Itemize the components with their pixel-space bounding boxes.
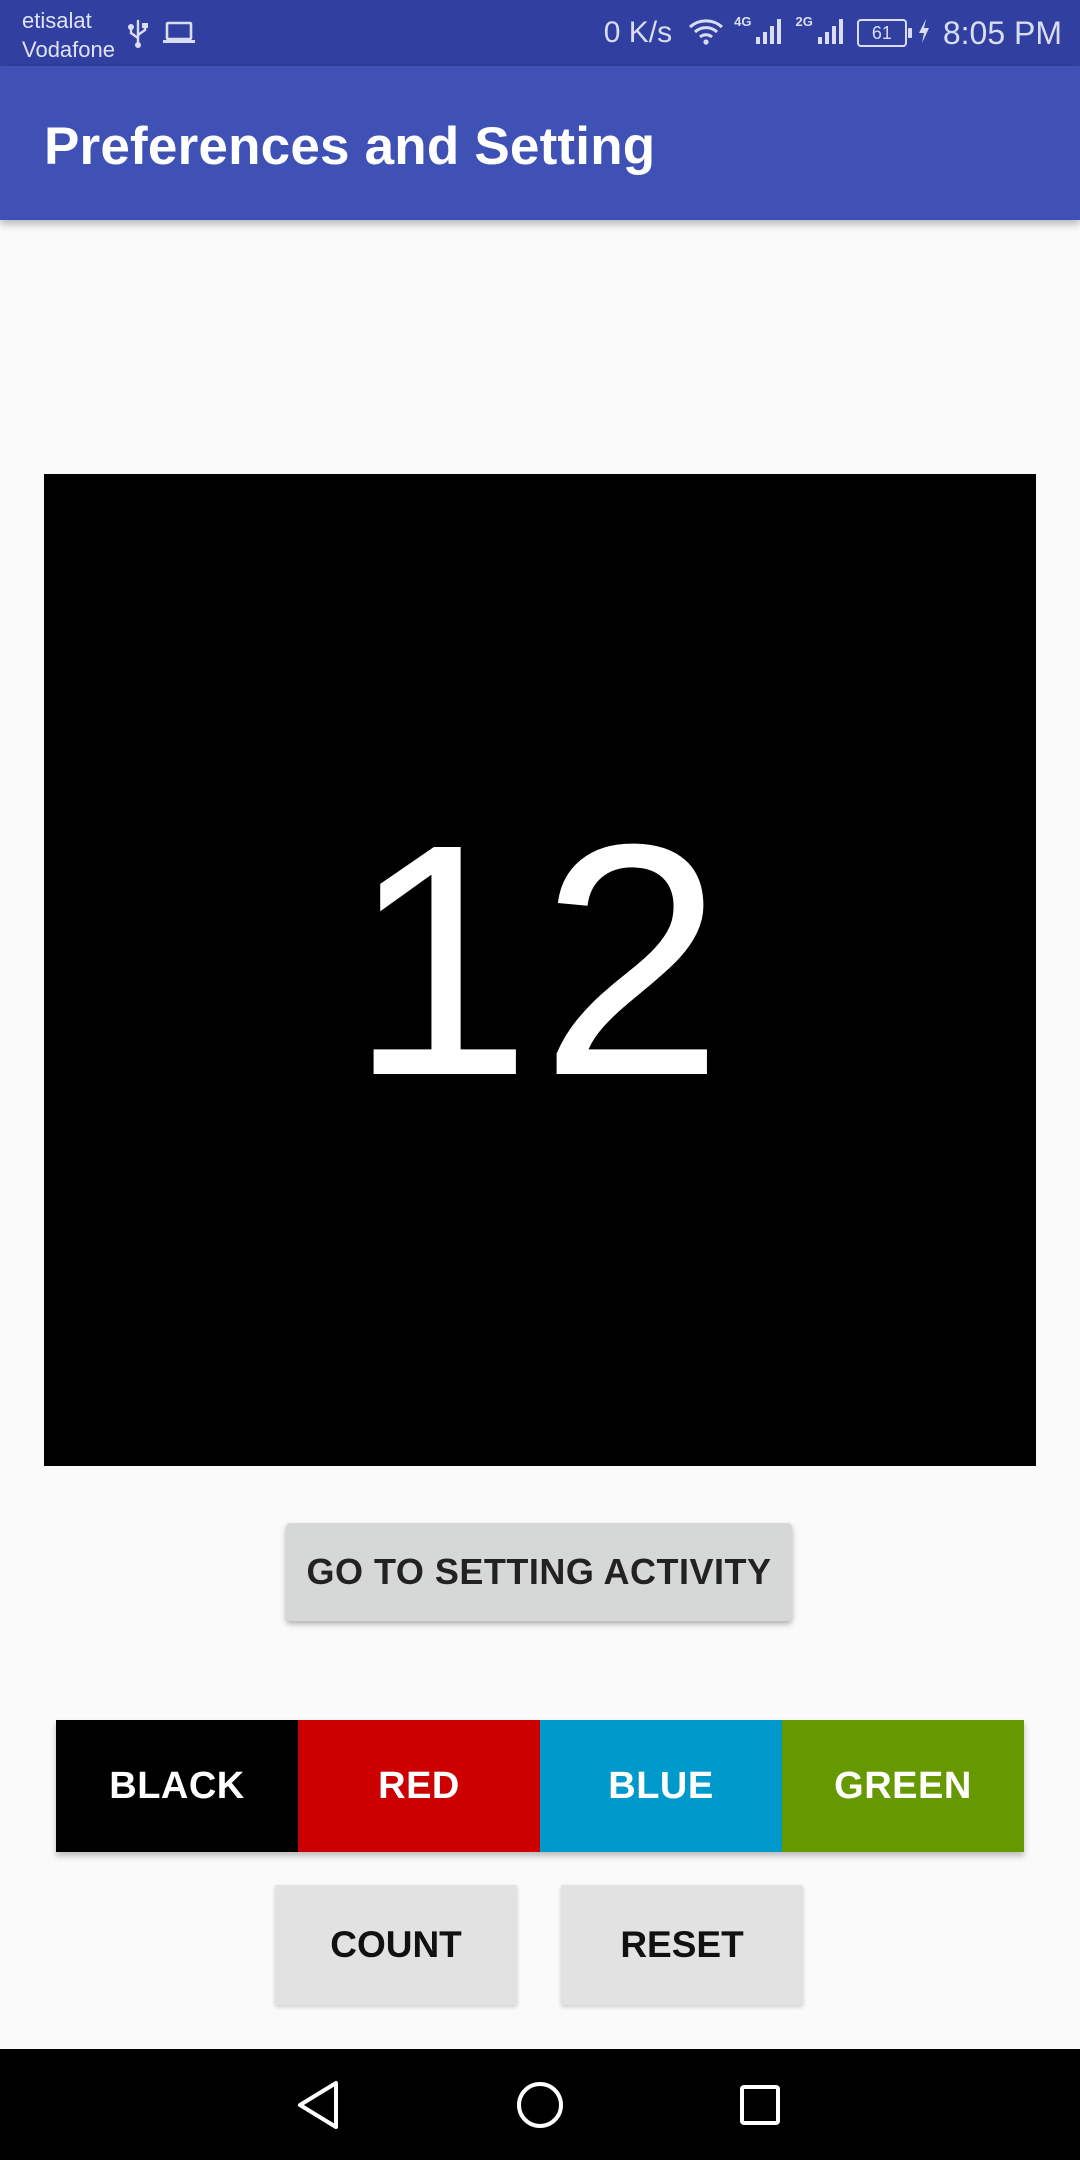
count-button[interactable]: COUNT xyxy=(275,1885,517,2005)
laptop-icon xyxy=(162,20,196,51)
blue-button[interactable]: BLUE xyxy=(540,1720,782,1852)
status-icons: 0 K/s 4G 2G 61 8:05 PM xyxy=(604,0,1062,66)
wifi-icon xyxy=(688,17,724,50)
color-button-row: BLACK RED BLUE GREEN xyxy=(56,1720,1024,1852)
carrier-info: etisalat Vodafone xyxy=(22,6,115,64)
reset-button[interactable]: RESET xyxy=(561,1885,803,2005)
recent-apps-icon[interactable] xyxy=(728,2073,792,2137)
page-title: Preferences and Setting xyxy=(44,117,656,176)
network-2g-label: 2G xyxy=(795,13,813,29)
signal-icon xyxy=(755,17,785,50)
usb-icon xyxy=(126,18,150,53)
green-button[interactable]: GREEN xyxy=(782,1720,1024,1852)
status-bar: etisalat Vodafone 0 K/s 4G 2G 61 8:05 PM xyxy=(0,0,1080,66)
network-4g-label: 4G xyxy=(734,13,752,29)
net-speed: 0 K/s xyxy=(603,16,673,49)
carrier-line2: Vodafone xyxy=(22,37,115,62)
navigation-bar xyxy=(0,2049,1080,2160)
battery-icon: 61 xyxy=(856,19,912,47)
back-icon[interactable] xyxy=(288,2073,352,2137)
carrier-line1: etisalat xyxy=(22,8,92,33)
app-bar: Preferences and Setting xyxy=(0,66,1080,220)
home-icon[interactable] xyxy=(508,2073,572,2137)
counter-display: 12 xyxy=(44,474,1036,1466)
clock: 8:05 PM xyxy=(942,14,1062,51)
red-button[interactable]: RED xyxy=(298,1720,540,1852)
go-to-setting-button[interactable]: GO TO SETTING ACTIVITY xyxy=(286,1523,792,1621)
signal-icon-2 xyxy=(817,17,847,50)
screen: etisalat Vodafone 0 K/s 4G 2G 61 8:05 PM… xyxy=(0,0,1080,2160)
counter-value: 12 xyxy=(348,775,732,1144)
charging-icon xyxy=(917,18,931,49)
black-button[interactable]: BLACK xyxy=(56,1720,298,1852)
